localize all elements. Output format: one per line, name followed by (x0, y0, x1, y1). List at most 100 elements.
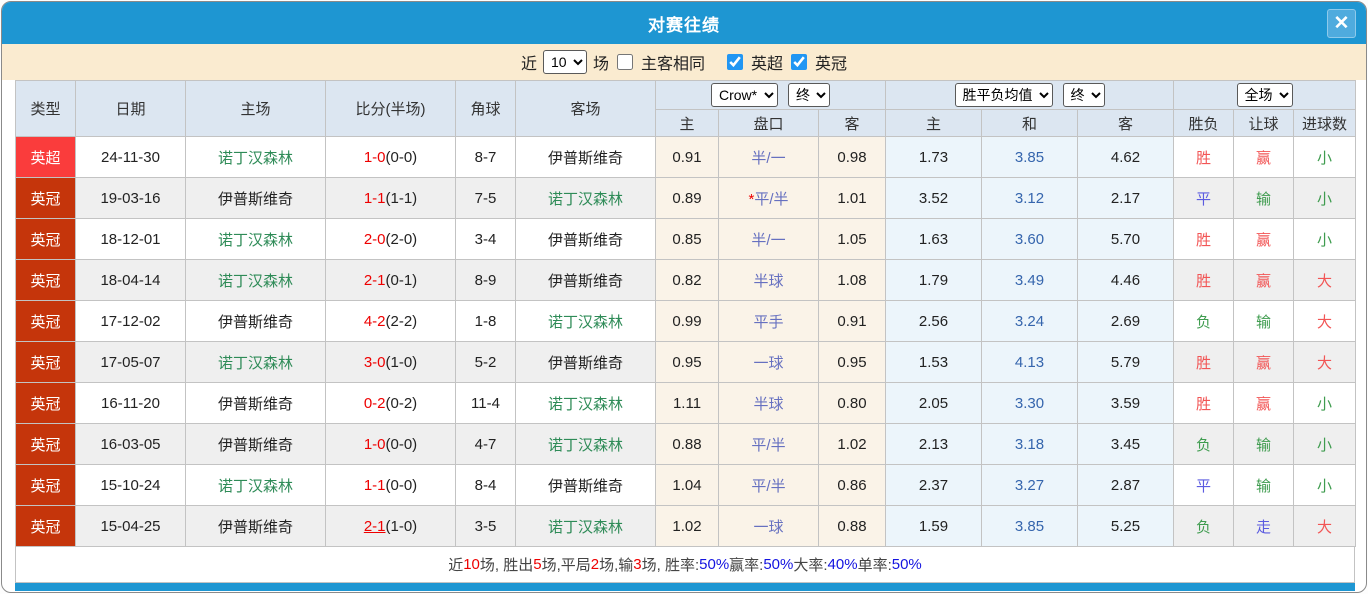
result-outcome: 平 (1173, 177, 1235, 219)
footer-segment: 场, 胜率: (641, 557, 700, 574)
avg-home-odds: 2.13 (885, 423, 982, 465)
away-team: 诺丁汉森林 (515, 300, 656, 342)
avg-draw-odds: 3.85 (981, 136, 1078, 178)
result-goals: 大 (1293, 505, 1357, 547)
corner-score: 5-2 (455, 341, 516, 383)
avg-away-odds: 2.69 (1076, 300, 1175, 342)
table-row: 英冠 17-05-07 诺丁汉森林 3-0(1-0) 5-2 伊普斯维奇 0.9… (15, 341, 1357, 383)
corner-score: 1-8 (455, 300, 516, 342)
footer-segment: 场, 胜出 (479, 557, 534, 574)
result-outcome: 平 (1173, 464, 1235, 506)
home-odds: 0.95 (655, 341, 719, 383)
home-odds: 1.11 (655, 382, 719, 424)
score-cell: 0-2(0-2) (325, 382, 456, 424)
same-venue-checkbox[interactable] (616, 54, 633, 70)
average-type-select[interactable]: 胜平负均值 (954, 83, 1053, 107)
bookmaker-stage-select[interactable]: 终 (788, 83, 830, 107)
score-cell: 1-0(0-0) (325, 136, 456, 178)
dialog-titlebar: 对赛往绩 ✕ (2, 2, 1366, 44)
footer-segment: 50% (699, 556, 730, 573)
group-header-bookmaker: Crow* 终 (655, 80, 886, 110)
result-goals: 大 (1293, 300, 1357, 342)
result-handicap: 赢 (1233, 341, 1295, 383)
fulltime-score: 1-1 (363, 476, 386, 494)
fulltime-score: 0-2 (363, 394, 386, 412)
match-date: 15-04-25 (75, 505, 186, 547)
col-header-home: 主场 (185, 80, 326, 137)
avg-home-odds: 1.59 (885, 505, 982, 547)
col-header-score: 比分(半场) (325, 80, 456, 137)
away-team: 诺丁汉森林 (515, 505, 656, 547)
avg-draw-odds: 3.30 (981, 382, 1078, 424)
handicap-line: *平/半 (718, 177, 819, 219)
group-header-results: 全场 (1173, 80, 1357, 110)
avg-away-odds: 4.62 (1076, 136, 1175, 178)
close-icon[interactable]: ✕ (1327, 9, 1356, 38)
match-date: 17-12-02 (75, 300, 186, 342)
avg-away-odds: 5.25 (1076, 505, 1175, 547)
result-goals: 小 (1293, 136, 1357, 178)
away-odds: 0.86 (818, 464, 886, 506)
home-team: 伊普斯维奇 (185, 423, 326, 465)
halftime-score: (0-2) (385, 394, 418, 412)
home-team: 诺丁汉森林 (185, 464, 326, 506)
table-row: 英冠 17-12-02 伊普斯维奇 4-2(2-2) 1-8 诺丁汉森林 0.9… (15, 300, 1357, 342)
away-team: 诺丁汉森林 (515, 382, 656, 424)
result-goals: 小 (1293, 464, 1357, 506)
table-header: 类型 日期 主场 比分(半场) 角球 客场 Crow* 终 胜平负均值 终 全场… (15, 80, 1357, 137)
league-badge: 英冠 (15, 341, 76, 383)
away-team: 伊普斯维奇 (515, 136, 656, 178)
fulltime-score: 1-0 (363, 435, 386, 453)
league-badge: 英冠 (15, 423, 76, 465)
subheader-odds-away: 客 (818, 109, 886, 137)
table-body: 英超 24-11-30 诺丁汉森林 1-0(0-0) 8-7 伊普斯维奇 0.9… (15, 136, 1357, 547)
avg-home-odds: 3.52 (885, 177, 982, 219)
league-championship-checkbox[interactable] (791, 54, 808, 70)
recent-count-select[interactable]: 10 (542, 50, 587, 74)
col-header-corner: 角球 (455, 80, 516, 137)
away-odds: 1.08 (818, 259, 886, 301)
away-odds: 1.01 (818, 177, 886, 219)
league-badge: 英冠 (15, 464, 76, 506)
fulltime-score: 2-1 (363, 271, 386, 289)
fulltime-score: 1-1 (363, 189, 386, 207)
away-odds: 0.88 (818, 505, 886, 547)
home-odds: 1.04 (655, 464, 719, 506)
away-team: 诺丁汉森林 (515, 423, 656, 465)
result-handicap: 赢 (1233, 382, 1295, 424)
avg-draw-odds: 4.13 (981, 341, 1078, 383)
footer-segment: 5 (533, 556, 542, 573)
matches-label: 场 (592, 56, 609, 73)
home-odds: 0.99 (655, 300, 719, 342)
league-premier-checkbox[interactable] (727, 54, 743, 70)
match-date: 16-03-05 (75, 423, 186, 465)
score-cell: 2-0(2-0) (325, 218, 456, 260)
footer-segment: 3 (633, 556, 642, 573)
corner-score: 11-4 (455, 382, 516, 424)
table-row: 英超 24-11-30 诺丁汉森林 1-0(0-0) 8-7 伊普斯维奇 0.9… (15, 136, 1357, 178)
result-outcome: 胜 (1173, 259, 1235, 301)
score-cell: 1-0(0-0) (325, 423, 456, 465)
league-badge: 英冠 (15, 382, 76, 424)
bookmaker-select[interactable]: Crow* (711, 83, 778, 107)
match-date: 24-11-30 (75, 136, 186, 178)
average-stage-select[interactable]: 终 (1062, 83, 1105, 107)
result-handicap: 赢 (1233, 136, 1295, 178)
home-team: 诺丁汉森林 (185, 341, 326, 383)
league-badge: 英冠 (15, 300, 76, 342)
home-team: 伊普斯维奇 (185, 505, 326, 547)
score-cell: 1-1(1-1) (325, 177, 456, 219)
fulltime-score: 3-0 (363, 353, 386, 371)
away-team: 伊普斯维奇 (515, 218, 656, 260)
scope-select[interactable]: 全场 (1236, 83, 1293, 107)
match-date: 19-03-16 (75, 177, 186, 219)
table-row: 英冠 15-10-24 诺丁汉森林 1-1(0-0) 8-4 伊普斯维奇 1.0… (15, 464, 1357, 506)
result-goals: 小 (1293, 382, 1357, 424)
table-row: 英冠 18-04-14 诺丁汉森林 2-1(0-1) 8-9 伊普斯维奇 0.8… (15, 259, 1357, 301)
score-cell: 2-1(0-1) (325, 259, 456, 301)
corner-score: 3-5 (455, 505, 516, 547)
footer-segment: 单率: (857, 557, 892, 574)
handicap-line: 一球 (718, 505, 819, 547)
avg-home-odds: 1.63 (885, 218, 982, 260)
away-odds: 0.80 (818, 382, 886, 424)
